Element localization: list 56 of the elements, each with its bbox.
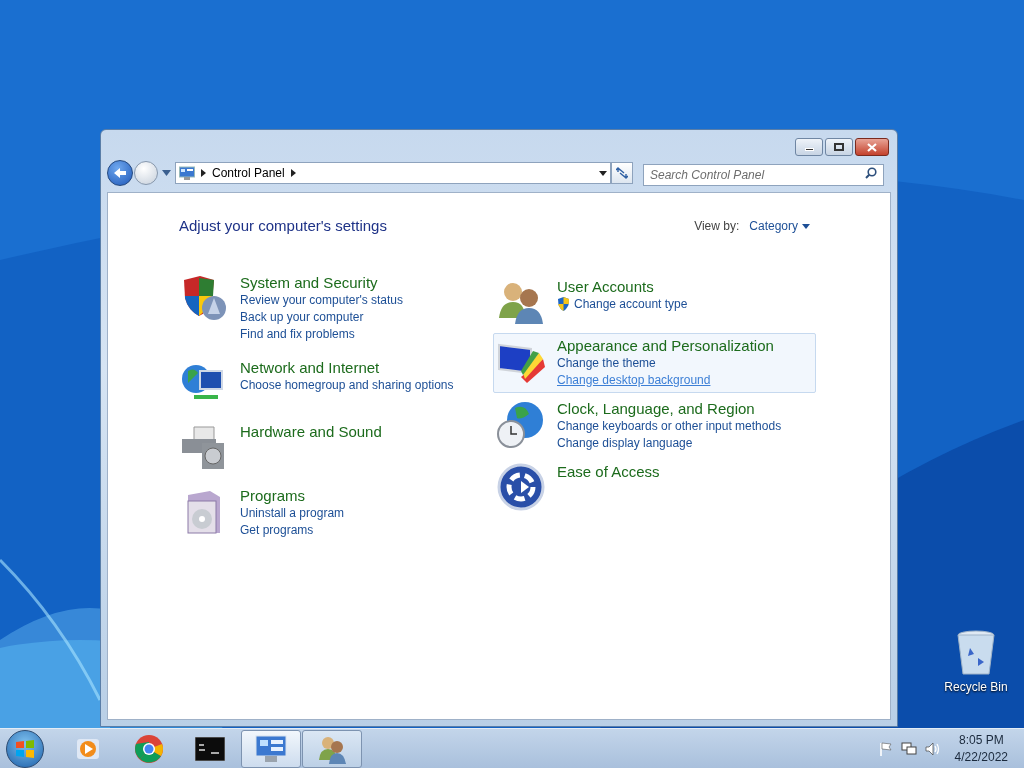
close-icon <box>867 142 877 152</box>
chevron-right-icon[interactable] <box>201 169 206 177</box>
category-link[interactable]: Change account type <box>574 295 688 313</box>
globe-clock-icon <box>497 399 545 448</box>
accessibility-icon <box>497 462 545 511</box>
arrow-left-icon <box>113 167 127 179</box>
view-by-dropdown[interactable]: Category <box>749 217 810 236</box>
start-button[interactable] <box>6 729 44 768</box>
category-link[interactable]: Change the theme <box>557 354 656 372</box>
minimize-button[interactable] <box>795 138 823 156</box>
windows-logo-icon <box>15 739 35 758</box>
clock-time: 8:05 PM <box>958 731 1004 749</box>
page-heading: Adjust your computer's settings <box>179 216 387 236</box>
category-link[interactable]: Uninstall a program <box>240 504 345 522</box>
chevron-right-icon[interactable] <box>290 169 296 177</box>
category-title[interactable]: Hardware and Sound <box>240 422 382 441</box>
refresh-button[interactable] <box>611 162 633 184</box>
category-title[interactable]: Programs <box>240 486 345 505</box>
trash-bin-icon[interactable] <box>956 630 996 676</box>
category-title[interactable]: Network and Internet <box>240 358 454 377</box>
refresh-icon <box>616 167 628 179</box>
category-link[interactable]: Change display language <box>557 434 693 452</box>
control-panel-icon <box>179 165 195 181</box>
category-title[interactable]: System and Security <box>240 273 404 292</box>
category-link[interactable]: Change desktop background <box>557 371 711 389</box>
category-link[interactable]: Back up your computer <box>240 308 364 326</box>
clock[interactable]: 8:05 PM 4/22/2022 <box>954 731 1008 766</box>
category-title[interactable]: User Accounts <box>557 277 688 296</box>
category-title[interactable]: Clock, Language, and Region <box>557 399 782 418</box>
category-link[interactable]: Choose homegroup and sharing options <box>240 376 454 394</box>
category-link[interactable]: Find and fix problems <box>240 325 355 343</box>
search-field[interactable]: Search Control Panel <box>643 164 884 186</box>
category-link[interactable]: Review your computer's status <box>240 291 404 309</box>
control-panel-icon <box>255 733 287 764</box>
category-link[interactable]: Change keyboards or other input methods <box>557 417 782 435</box>
close-button[interactable] <box>855 138 889 156</box>
dropdown-arrow-icon[interactable] <box>599 170 607 176</box>
category-title[interactable]: Ease of Access <box>557 462 660 481</box>
history-dropdown-icon[interactable] <box>162 170 171 176</box>
address-bar[interactable]: Control Panel <box>175 162 611 184</box>
terminal-icon <box>195 736 225 761</box>
category-title[interactable]: Appearance and Personalization <box>557 336 774 355</box>
network-icon[interactable] <box>900 741 917 756</box>
maximize-button[interactable] <box>825 138 853 156</box>
browser-icon <box>134 733 164 764</box>
back-button[interactable] <box>107 160 133 186</box>
search-icon[interactable] <box>865 167 877 179</box>
breadcrumb-item[interactable]: Control Panel <box>212 164 285 182</box>
caret-icon <box>802 223 810 229</box>
view-by-label: View by: <box>694 218 740 236</box>
category-link[interactable]: Get programs <box>240 521 314 539</box>
clock-date: 4/22/2022 <box>954 748 1008 766</box>
speaker-icon[interactable] <box>924 741 941 756</box>
category-highlight[interactable]: Appearance and Personalization Change the theme Change desktop background <box>493 332 816 393</box>
flag-icon[interactable] <box>878 741 893 756</box>
desktop-icon-label[interactable]: Recycle Bin <box>944 678 1008 696</box>
